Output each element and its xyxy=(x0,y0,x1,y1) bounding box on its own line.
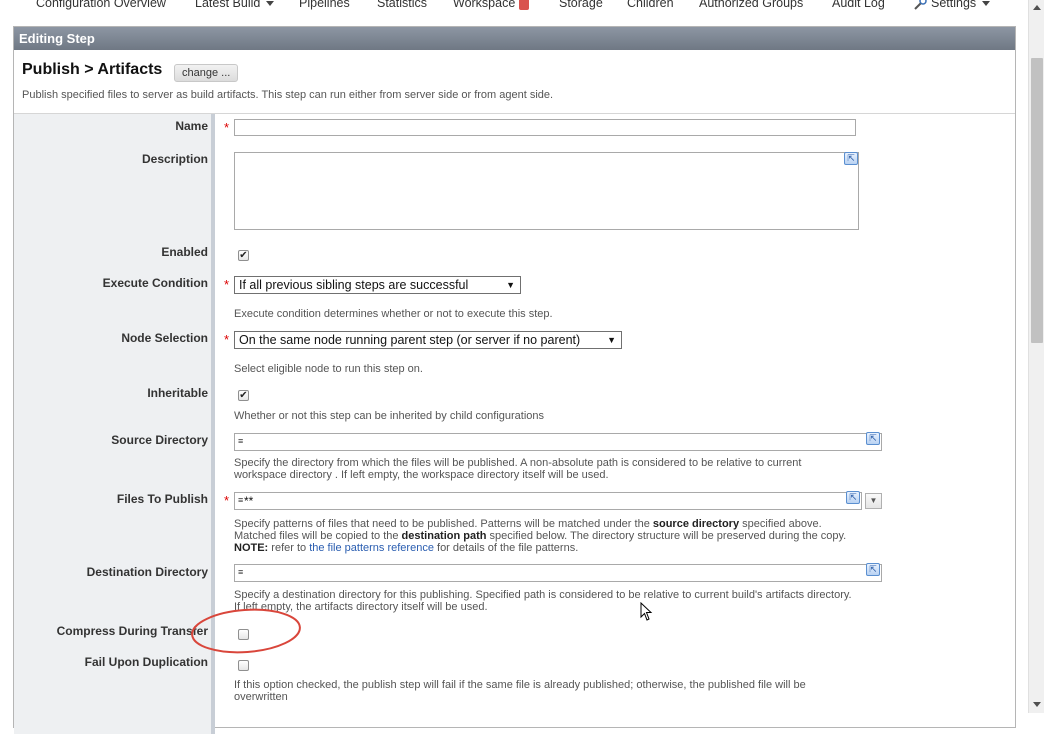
node-selection-label: Node Selection xyxy=(121,331,208,345)
files-to-publish-input[interactable]: ≡ ** ⇱ xyxy=(234,491,862,510)
step-form: Name * Description ⇱ Enabled ✔ Execute C… xyxy=(14,114,1015,734)
fail-upon-duplication-label: Fail Upon Duplication xyxy=(84,655,208,669)
editing-step-panel: Editing Step Publish > Artifacts change … xyxy=(13,26,1016,734)
help-bold-text: source directory xyxy=(652,518,740,530)
change-step-button[interactable]: change ... xyxy=(174,64,239,82)
badge-icon xyxy=(519,0,530,10)
files-help-line2: Matched files will be copied to the dest… xyxy=(234,530,994,542)
top-nav: Configuration Overview Latest Build Pipe… xyxy=(0,0,1028,14)
source-directory-input[interactable]: ≡ ⇱ xyxy=(234,432,882,451)
wrench-icon xyxy=(914,0,927,10)
nav-settings-label: Settings xyxy=(931,0,977,10)
required-marker: * xyxy=(224,277,230,292)
node-selection-help: Select eligible node to run this step on… xyxy=(234,363,423,375)
help-text: Matched files will be copied to the xyxy=(234,530,402,542)
step-title: Publish > Artifacts xyxy=(22,61,163,78)
required-marker: * xyxy=(224,120,230,135)
name-input[interactable] xyxy=(234,119,856,136)
source-directory-help: Specify the directory from which the fil… xyxy=(234,457,974,481)
files-help-line3: NOTE: refer to the file patterns referen… xyxy=(234,542,994,554)
mouse-cursor-icon xyxy=(640,602,653,621)
expand-editor-icon[interactable]: ⇱ xyxy=(866,432,880,445)
files-to-publish-label: Files To Publish xyxy=(116,492,208,506)
list-lines-icon: ≡ xyxy=(238,567,244,577)
panel-header: Editing Step xyxy=(14,27,1015,50)
description-label: Description xyxy=(141,152,208,166)
nav-pipelines[interactable]: Pipelines xyxy=(299,0,350,10)
fail-upon-duplication-checkbox[interactable] xyxy=(238,660,249,671)
files-to-publish-help: Specify patterns of files that need to b… xyxy=(234,518,994,554)
execute-condition-help: Execute condition determines whether or … xyxy=(234,308,553,320)
nav-latest-build[interactable]: Latest Build xyxy=(195,0,275,10)
scrollbar-thumb[interactable] xyxy=(1031,58,1043,343)
fail-dup-help-line2: overwritten xyxy=(234,691,288,703)
highlight-circle-annotation xyxy=(191,608,301,654)
nav-settings[interactable]: Settings xyxy=(913,0,991,11)
help-text: specified above. xyxy=(739,518,822,530)
node-selection-select[interactable]: On the same node running parent step (or… xyxy=(234,331,622,349)
file-patterns-reference-link[interactable]: the file patterns reference xyxy=(309,542,434,554)
source-directory-label: Source Directory xyxy=(111,433,208,447)
nav-latest-build-label: Latest Build xyxy=(195,0,261,10)
execute-condition-value: If all previous sibling steps are succes… xyxy=(239,278,469,292)
dropdown-arrow-icon: ▼ xyxy=(607,335,616,345)
source-directory-help-line1: Specify the directory from which the fil… xyxy=(234,457,802,469)
help-text: refer to xyxy=(268,542,310,554)
label-column xyxy=(14,114,215,734)
execute-condition-label: Execute Condition xyxy=(102,276,208,290)
enabled-checkbox[interactable]: ✔ xyxy=(238,250,249,261)
fail-dup-help-line1: If this option checked, the publish step… xyxy=(234,679,806,691)
step-description: Publish specified files to server as bui… xyxy=(22,89,554,101)
nav-children[interactable]: Children xyxy=(627,0,674,10)
chevron-down-icon xyxy=(266,1,275,7)
help-text: for details of the file patterns. xyxy=(433,542,579,554)
dropdown-arrow-icon: ▼ xyxy=(506,280,515,290)
files-to-publish-value: ** xyxy=(244,494,254,508)
name-label: Name xyxy=(175,119,208,133)
nav-configuration-overview[interactable]: Configuration Overview xyxy=(36,0,166,10)
description-textarea[interactable]: ⇱ xyxy=(234,152,859,230)
expand-editor-icon[interactable]: ⇱ xyxy=(844,152,858,165)
execute-condition-select[interactable]: If all previous sibling steps are succes… xyxy=(234,276,521,294)
destination-directory-label: Destination Directory xyxy=(86,565,208,579)
expand-editor-icon[interactable]: ⇱ xyxy=(866,563,880,576)
compress-during-transfer-label: Compress During Transfer xyxy=(56,624,208,638)
pattern-dropdown-button[interactable]: ▼ xyxy=(865,493,882,509)
node-selection-value: On the same node running parent step (or… xyxy=(239,333,581,347)
inheritable-checkbox[interactable]: ✔ xyxy=(238,390,249,401)
destination-help-line2: If left empty, the artifacts directory i… xyxy=(234,601,488,613)
nav-authorized-groups[interactable]: Authorized Groups xyxy=(699,0,803,10)
help-text: specified below. The directory structure… xyxy=(486,530,847,542)
required-marker: * xyxy=(224,493,230,508)
expand-editor-icon[interactable]: ⇱ xyxy=(846,491,860,504)
help-text: Specify patterns of files that need to b… xyxy=(234,518,653,530)
step-title-area: Publish > Artifacts change ... Publish s… xyxy=(14,51,1015,114)
nav-storage[interactable]: Storage xyxy=(559,0,603,10)
list-lines-icon: ≡ xyxy=(238,495,244,505)
enabled-label: Enabled xyxy=(161,245,208,259)
nav-audit-log[interactable]: Audit Log xyxy=(832,0,885,10)
nav-workspace[interactable]: Workspace xyxy=(453,0,530,11)
vertical-scrollbar[interactable] xyxy=(1028,0,1044,713)
destination-help-line1: Specify a destination directory for this… xyxy=(234,589,852,601)
scroll-up-arrow-icon[interactable] xyxy=(1033,5,1041,10)
source-directory-help-line2: workspace directory . If left empty, the… xyxy=(234,469,609,481)
nav-workspace-label: Workspace xyxy=(453,0,516,10)
nav-statistics[interactable]: Statistics xyxy=(377,0,427,10)
inheritable-label: Inheritable xyxy=(147,386,208,400)
scroll-down-arrow-icon[interactable] xyxy=(1033,702,1041,707)
help-bold-text: NOTE: xyxy=(234,542,269,554)
list-lines-icon: ≡ xyxy=(238,436,244,446)
chevron-down-icon xyxy=(982,1,991,7)
destination-directory-help: Specify a destination directory for this… xyxy=(234,589,974,613)
inheritable-help: Whether or not this step can be inherite… xyxy=(234,410,545,422)
required-marker: * xyxy=(224,332,230,347)
fail-upon-duplication-help: If this option checked, the publish step… xyxy=(234,679,974,703)
files-help-line1: Specify patterns of files that need to b… xyxy=(234,518,994,530)
destination-directory-input[interactable]: ≡ ⇱ xyxy=(234,563,882,582)
help-bold-text: destination path xyxy=(401,530,487,542)
